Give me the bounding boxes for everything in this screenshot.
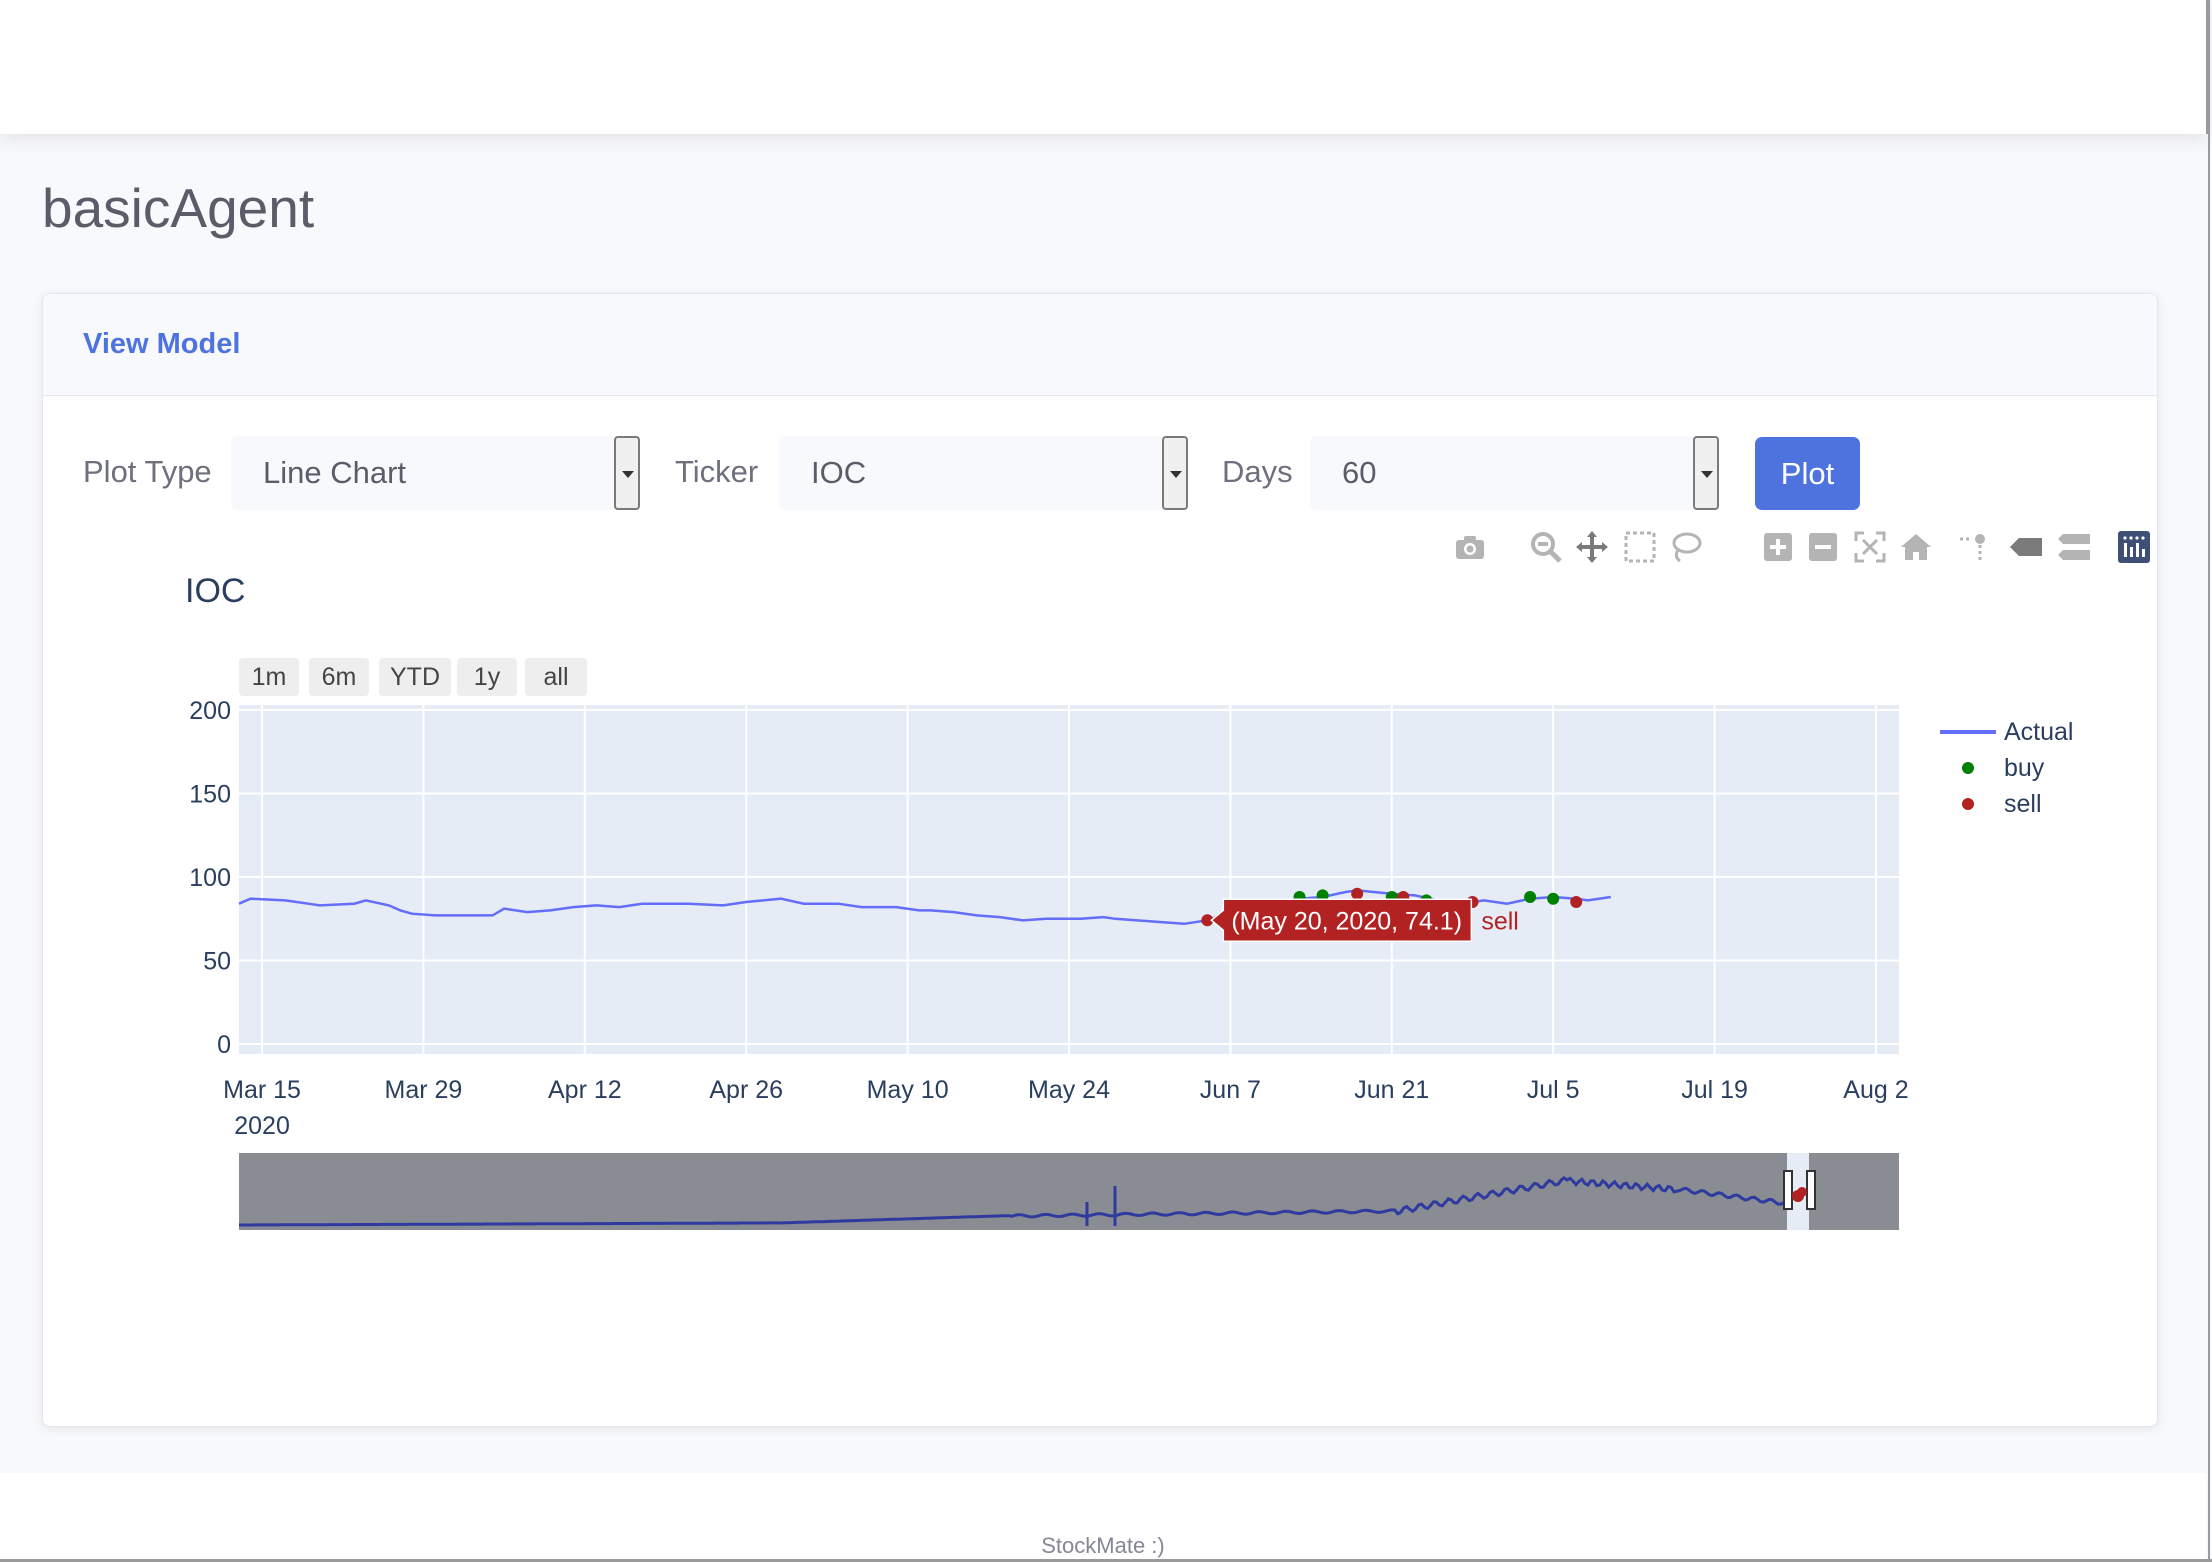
x-tick-label: Jul 19: [1681, 1076, 1748, 1104]
x-tick-label: May 10: [867, 1076, 949, 1104]
legend-label: sell: [2004, 790, 2042, 818]
footer: StockMate :): [0, 1473, 2206, 1562]
x-tick-label: Aug 2: [1843, 1076, 1908, 1104]
legend-item-sell[interactable]: sell: [1938, 786, 2138, 822]
y-tick-label: 0: [217, 1031, 231, 1059]
footer-text: StockMate :): [1041, 1533, 1165, 1558]
top-navbar: [0, 0, 2208, 134]
legend-label: Actual: [2004, 718, 2074, 746]
y-tick-label: 150: [189, 781, 231, 809]
range-slider-handle-right[interactable]: [1806, 1170, 1816, 1210]
y-tick-label: 200: [189, 697, 231, 725]
hover-series-name: sell: [1481, 907, 1519, 935]
range-slider-handle-left[interactable]: [1783, 1170, 1793, 1210]
range-slider-background: [239, 1153, 1899, 1230]
x-tick-label: May 24: [1028, 1076, 1110, 1104]
view-model-card: View Model Plot Type Line Chart Ticker I…: [42, 293, 2158, 1427]
y-tick-label: 100: [189, 864, 231, 892]
page-title: basicAgent: [42, 177, 315, 239]
x-tick-label: Apr 26: [709, 1076, 783, 1104]
y-tick-label: 50: [203, 948, 231, 976]
x-tick-label: Mar 29: [385, 1076, 463, 1104]
window-edge: [2208, 0, 2210, 1562]
hover-label-text: (May 20, 2020, 74.1): [1231, 907, 1462, 935]
price-chart[interactable]: 0 50 100 150 200 Mar 15 2020 Mar 29 Apr 12 Apr 2…: [43, 294, 2157, 1254]
x-tick-label: Apr 12: [548, 1076, 622, 1104]
range-slider-sell-marker: [1797, 1187, 1807, 1197]
buy-marker: [1547, 892, 1560, 905]
legend-item-buy[interactable]: buy: [1938, 750, 2138, 786]
sell-marker: [1351, 887, 1364, 900]
x-tick-label: Mar 15: [223, 1076, 301, 1104]
x-tick-label: Jun 7: [1200, 1076, 1261, 1104]
x-tick-label: Jul 5: [1527, 1076, 1580, 1104]
sell-marker: [1570, 896, 1583, 909]
legend-item-actual[interactable]: Actual: [1938, 714, 2138, 750]
x-tick-label: Jun 21: [1354, 1076, 1429, 1104]
legend-label: buy: [2004, 754, 2045, 782]
x-tick-year-label: 2020: [234, 1112, 290, 1140]
buy-marker: [1524, 891, 1537, 904]
